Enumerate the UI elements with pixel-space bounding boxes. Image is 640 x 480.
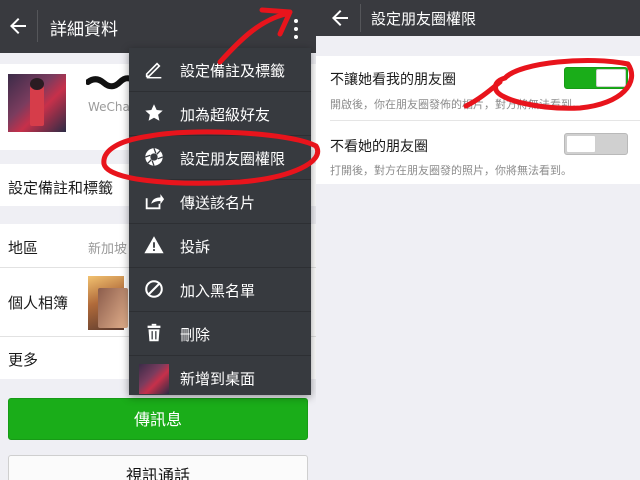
privacy-settings-list: 不讓她看我的朋友圈 開啟後，你在朋友圈發佈的相片，對方將無法看到。 不看她的朋友… <box>316 56 640 184</box>
star-icon <box>145 104 163 121</box>
hide-my-moments-description: 開啟後，你在朋友圈發佈的相片，對方將無法看到。 <box>330 98 583 111</box>
video-call-button[interactable]: 視訊通話 <box>8 455 308 480</box>
menu-item-label: 新增到桌面 <box>180 370 256 388</box>
trash-icon <box>147 323 161 342</box>
cell-label: 地區 <box>8 239 39 257</box>
arrow-left-icon[interactable] <box>328 6 352 30</box>
menu-item-add-to-desktop[interactable]: 新增到桌面 <box>129 356 311 395</box>
arrow-left-icon[interactable] <box>6 14 30 38</box>
menu-item-moments-privacy[interactable]: 設定朋友圈權限 <box>129 136 311 179</box>
wechat-id-label: WeChat <box>88 100 135 114</box>
hide-my-moments-title: 不讓她看我的朋友圈 <box>330 72 456 88</box>
send-message-button[interactable]: 傳訊息 <box>8 398 308 440</box>
menu-item-label: 加入黑名單 <box>180 282 256 300</box>
menu-item-label: 設定備註及標籤 <box>180 62 286 80</box>
menu-item-label: 投訴 <box>180 238 211 256</box>
menu-item-share-card[interactable]: 傳送該名片 <box>129 180 311 223</box>
contact-detail-toolbar: 詳細資料 <box>0 0 316 53</box>
avatar[interactable] <box>8 74 66 132</box>
toggle-knob <box>566 135 596 153</box>
menu-item-block[interactable]: 加入黑名單 <box>129 268 311 311</box>
moments-permission-toolbar: 設定朋友圈權限 <box>316 0 640 36</box>
pencil-icon <box>145 62 162 79</box>
hide-her-moments-description: 打開後，對方在朋友圈發的照片，你將無法看到。 <box>330 164 572 177</box>
page-title: 設定朋友圈權限 <box>371 10 477 28</box>
album-photo-thumbnail[interactable] <box>98 288 128 328</box>
overflow-menu: 設定備註及標籤 加為超級好友 設定朋友圈權限 傳送該名片 投訴 加入黑名單 刪除… <box>129 48 311 395</box>
toolbar-divider <box>360 4 361 32</box>
block-icon <box>145 280 163 298</box>
moments-permission-screen: 設定朋友圈權限 不讓她看我的朋友圈 開啟後，你在朋友圈發佈的相片，對方將無法看到… <box>316 0 640 480</box>
menu-item-label: 傳送該名片 <box>180 194 256 212</box>
more-vertical-icon[interactable] <box>289 17 303 41</box>
hide-her-moments-toggle[interactable] <box>564 133 628 155</box>
menu-item-set-remark[interactable]: 設定備註及標籤 <box>129 48 311 91</box>
hide-my-moments-toggle[interactable] <box>564 67 628 89</box>
menu-item-label: 加為超級好友 <box>180 106 271 124</box>
moments-shutter-icon <box>145 148 163 166</box>
page-title: 詳細資料 <box>50 20 118 40</box>
menu-item-label: 刪除 <box>180 326 211 344</box>
share-icon <box>145 194 165 210</box>
toolbar-divider <box>37 10 38 42</box>
menu-item-delete[interactable]: 刪除 <box>129 312 311 355</box>
region-value: 新加坡 <box>88 242 128 257</box>
cell-label: 設定備註和標籤 <box>8 179 114 197</box>
divider <box>330 120 640 121</box>
contact-avatar <box>139 364 169 394</box>
cell-label: 更多 <box>8 351 39 369</box>
menu-item-star-friend[interactable]: 加為超級好友 <box>129 92 311 135</box>
menu-item-report[interactable]: 投訴 <box>129 224 311 267</box>
toggle-knob <box>596 69 626 87</box>
hide-her-moments-title: 不看她的朋友圈 <box>330 139 428 155</box>
cell-label: 個人相簿 <box>8 294 69 312</box>
warning-icon <box>144 236 164 254</box>
menu-item-label: 設定朋友圈權限 <box>180 150 286 168</box>
